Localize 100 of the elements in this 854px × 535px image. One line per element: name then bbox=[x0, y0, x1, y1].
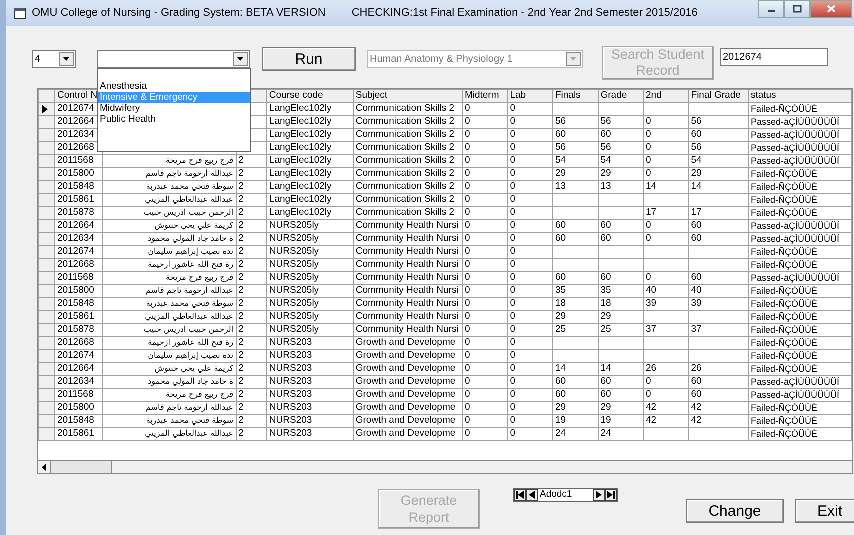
table-cell: 2011568 bbox=[57, 389, 94, 401]
table-cell: سوطة فتحي محمد عبدربة bbox=[146, 415, 234, 427]
table-cell: 0 bbox=[464, 285, 470, 297]
table-cell: 37 bbox=[691, 324, 702, 336]
table-cell: 0 bbox=[464, 155, 470, 167]
table-cell: 54 bbox=[555, 155, 566, 167]
table-cell: Failed-ÑÇÓÜÜÈ bbox=[750, 285, 818, 297]
table-cell: 35 bbox=[555, 285, 566, 297]
close-button[interactable] bbox=[810, 0, 852, 18]
table-cell: 0 bbox=[510, 220, 516, 232]
table-cell: Growth and Developme bbox=[356, 337, 456, 349]
table-cell: 60 bbox=[555, 272, 566, 284]
table-cell: 0 bbox=[510, 389, 516, 401]
table-cell: 0 bbox=[510, 129, 516, 141]
table-cell: فرج ربيع فرج مريحة bbox=[166, 155, 234, 167]
table-cell: 54 bbox=[600, 155, 612, 167]
table-cell: 2 bbox=[238, 220, 244, 232]
table-cell: 0 bbox=[510, 207, 516, 219]
scroll-thumb[interactable] bbox=[51, 461, 112, 473]
table-cell: Failed-ÑÇÓÜÜÈ bbox=[750, 324, 818, 336]
table-cell: 56 bbox=[691, 142, 702, 154]
previous-record-button[interactable] bbox=[526, 489, 538, 501]
table-cell: 0 bbox=[646, 168, 652, 180]
department-combo[interactable] bbox=[97, 50, 250, 68]
table-cell: 0 bbox=[464, 103, 470, 115]
year-combo[interactable]: 4 bbox=[32, 50, 76, 68]
run-button[interactable]: Run bbox=[262, 47, 356, 71]
dropdown-arrow-icon bbox=[570, 57, 577, 61]
table-cell: ندة نصيب إبراهيم سليمان bbox=[148, 246, 234, 258]
table-cell: Community Health Nursi bbox=[356, 233, 459, 245]
table-cell: 0 bbox=[464, 337, 470, 349]
table-cell: 17 bbox=[646, 207, 657, 219]
table-cell: 2 bbox=[238, 285, 244, 297]
table-cell: NURS205ly bbox=[269, 324, 320, 336]
table-cell: Failed-ÑÇÓÜÜÈ bbox=[750, 103, 818, 115]
table-cell: Community Health Nursi bbox=[356, 220, 459, 232]
last-icon bbox=[607, 491, 615, 499]
table-cell: 0 bbox=[510, 298, 516, 310]
table-cell: 0 bbox=[464, 298, 470, 310]
table-cell: NURS203 bbox=[269, 363, 312, 375]
first-record-button[interactable] bbox=[514, 489, 526, 501]
table-cell: LangElec102ly bbox=[269, 129, 332, 141]
dropdown-arrow-icon bbox=[237, 57, 244, 61]
table-cell: 25 bbox=[555, 324, 566, 336]
horizontal-scrollbar[interactable] bbox=[38, 460, 852, 473]
table-cell: NURS205ly bbox=[269, 285, 320, 297]
table-cell: 2 bbox=[238, 389, 244, 401]
table-cell: Failed-ÑÇÓÜÜÈ bbox=[750, 415, 818, 427]
table-cell: Community Health Nursi bbox=[356, 324, 459, 336]
exit-button[interactable]: Exit bbox=[795, 499, 854, 523]
table-cell: Communication Skills 2 bbox=[356, 142, 455, 154]
table-cell: NURS203 bbox=[269, 428, 312, 440]
next-record-button[interactable] bbox=[593, 489, 605, 501]
table-cell: 2015878 bbox=[57, 324, 94, 336]
last-record-button[interactable] bbox=[605, 489, 617, 501]
window-icon bbox=[14, 8, 26, 18]
table-cell: 0 bbox=[646, 233, 652, 245]
change-button[interactable]: Change bbox=[686, 499, 784, 523]
table-cell: NURS203 bbox=[269, 402, 312, 414]
table-cell: عبدالله عبدالعاطي المزيني bbox=[145, 194, 234, 206]
table-cell: 24 bbox=[600, 428, 612, 440]
table-cell: 60 bbox=[600, 272, 612, 284]
table-cell: Failed-ÑÇÓÜÜÈ bbox=[750, 194, 818, 206]
table-cell: NURS203 bbox=[269, 389, 312, 401]
table-cell: Passed-äÇÌÜÜÜÜÜÜÍ bbox=[750, 233, 840, 245]
table-cell: 2012634 bbox=[57, 233, 94, 245]
table-cell: 60 bbox=[555, 389, 566, 401]
table-cell: Passed-äÇÌÜÜÜÜÜÜÍ bbox=[750, 272, 840, 284]
row-selector[interactable] bbox=[38, 102, 55, 116]
table-cell: 0 bbox=[464, 311, 470, 323]
table-cell: 29 bbox=[600, 168, 612, 180]
table-cell: NURS205ly bbox=[269, 233, 320, 245]
maximize-button[interactable] bbox=[784, 0, 810, 18]
table-cell: 60 bbox=[555, 220, 566, 232]
table-cell: Community Health Nursi bbox=[356, 311, 459, 323]
search-field[interactable]: 2012674 bbox=[720, 48, 828, 66]
table-cell: Failed-ÑÇÓÜÜÈ bbox=[750, 207, 818, 219]
table-cell: 60 bbox=[600, 129, 612, 141]
table-cell: 2015848 bbox=[57, 298, 94, 310]
table-cell: Passed-äÇÌÜÜÜÜÜÜÍ bbox=[750, 116, 840, 128]
department-option[interactable]: Midwifery bbox=[98, 103, 250, 114]
table-cell: سوطة فتحي محمد عبدربة bbox=[146, 298, 234, 310]
table-cell: 40 bbox=[646, 285, 657, 297]
department-option[interactable]: Public Health bbox=[98, 114, 250, 125]
minimize-button[interactable] bbox=[758, 0, 784, 18]
table-cell: 0 bbox=[464, 233, 470, 245]
table-cell: Growth and Developme bbox=[356, 363, 456, 375]
current-row-icon bbox=[42, 104, 48, 114]
table-cell: 26 bbox=[691, 363, 702, 375]
table-cell: NURS205ly bbox=[269, 272, 320, 284]
table-cell: 0 bbox=[464, 220, 470, 232]
department-option[interactable]: Anesthesia bbox=[98, 81, 250, 92]
table-cell: 14 bbox=[600, 363, 612, 375]
table-cell: Passed-äÇÌÜÜÜÜÜÜÍ bbox=[750, 220, 840, 232]
maximize-icon bbox=[792, 5, 802, 13]
table-cell: 2012674 bbox=[57, 103, 94, 115]
table-cell: ندة نصيب إبراهيم سليمان bbox=[148, 350, 234, 362]
table-cell: 0 bbox=[464, 428, 470, 440]
table-cell: 2015848 bbox=[57, 415, 94, 427]
table-cell: 2015800 bbox=[57, 402, 94, 414]
